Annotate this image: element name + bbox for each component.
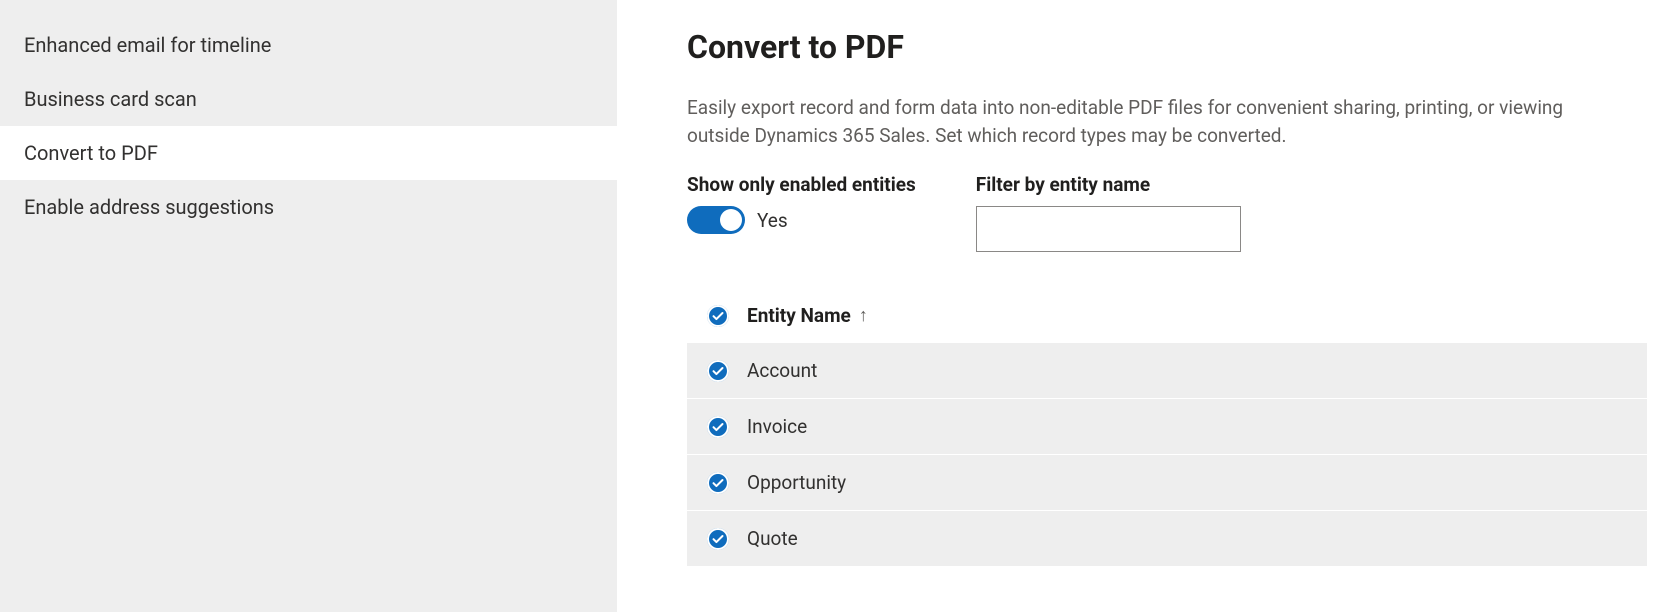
row-checkbox[interactable] [707, 472, 729, 494]
sidebar-item-label: Business card scan [24, 87, 197, 111]
entity-name-cell: Opportunity [747, 471, 846, 494]
sidebar-item-label: Enable address suggestions [24, 195, 274, 219]
entity-table: Entity Name ↑ Account Invoice [687, 288, 1647, 567]
toggle-value: Yes [757, 209, 788, 232]
row-checkbox[interactable] [707, 416, 729, 438]
entity-name-cell: Quote [747, 527, 798, 550]
sidebar-item-convert-to-pdf[interactable]: Convert to PDF [0, 126, 617, 180]
sidebar-item-label: Enhanced email for timeline [24, 33, 271, 57]
page-title: Convert to PDF [687, 28, 1663, 66]
check-icon [712, 310, 724, 322]
toggle-group: Show only enabled entities Yes [687, 173, 916, 252]
column-header-label: Entity Name [747, 304, 851, 327]
sidebar-item-business-card-scan[interactable]: Business card scan [0, 72, 617, 126]
row-checkbox[interactable] [707, 528, 729, 550]
main-panel: Convert to PDF Easily export record and … [617, 0, 1663, 612]
controls-row: Show only enabled entities Yes Filter by… [687, 173, 1663, 252]
table-row[interactable]: Invoice [687, 399, 1647, 455]
sidebar-item-label: Convert to PDF [24, 141, 158, 165]
sort-asc-icon: ↑ [859, 305, 868, 326]
table-header-row[interactable]: Entity Name ↑ [687, 288, 1647, 343]
toggle-knob [720, 209, 742, 231]
sidebar-item-enhanced-email[interactable]: Enhanced email for timeline [0, 18, 617, 72]
check-icon [712, 365, 724, 377]
column-header-entity-name[interactable]: Entity Name ↑ [747, 304, 868, 327]
row-checkbox[interactable] [707, 360, 729, 382]
entity-name-cell: Account [747, 359, 817, 382]
page-description: Easily export record and form data into … [687, 94, 1567, 149]
filter-entity-input[interactable] [976, 206, 1241, 252]
enabled-entities-toggle[interactable] [687, 206, 745, 234]
filter-group: Filter by entity name [976, 173, 1241, 252]
toggle-row: Yes [687, 206, 916, 234]
check-icon [712, 421, 724, 433]
table-row[interactable]: Quote [687, 511, 1647, 567]
check-icon [712, 533, 724, 545]
toggle-label: Show only enabled entities [687, 173, 916, 196]
table-row[interactable]: Opportunity [687, 455, 1647, 511]
check-icon [712, 477, 724, 489]
sidebar-item-enable-address-suggestions[interactable]: Enable address suggestions [0, 180, 617, 234]
select-all-checkbox[interactable] [707, 305, 729, 327]
entity-name-cell: Invoice [747, 415, 807, 438]
settings-sidebar: Enhanced email for timeline Business car… [0, 0, 617, 612]
filter-label: Filter by entity name [976, 173, 1241, 196]
table-row[interactable]: Account [687, 343, 1647, 399]
